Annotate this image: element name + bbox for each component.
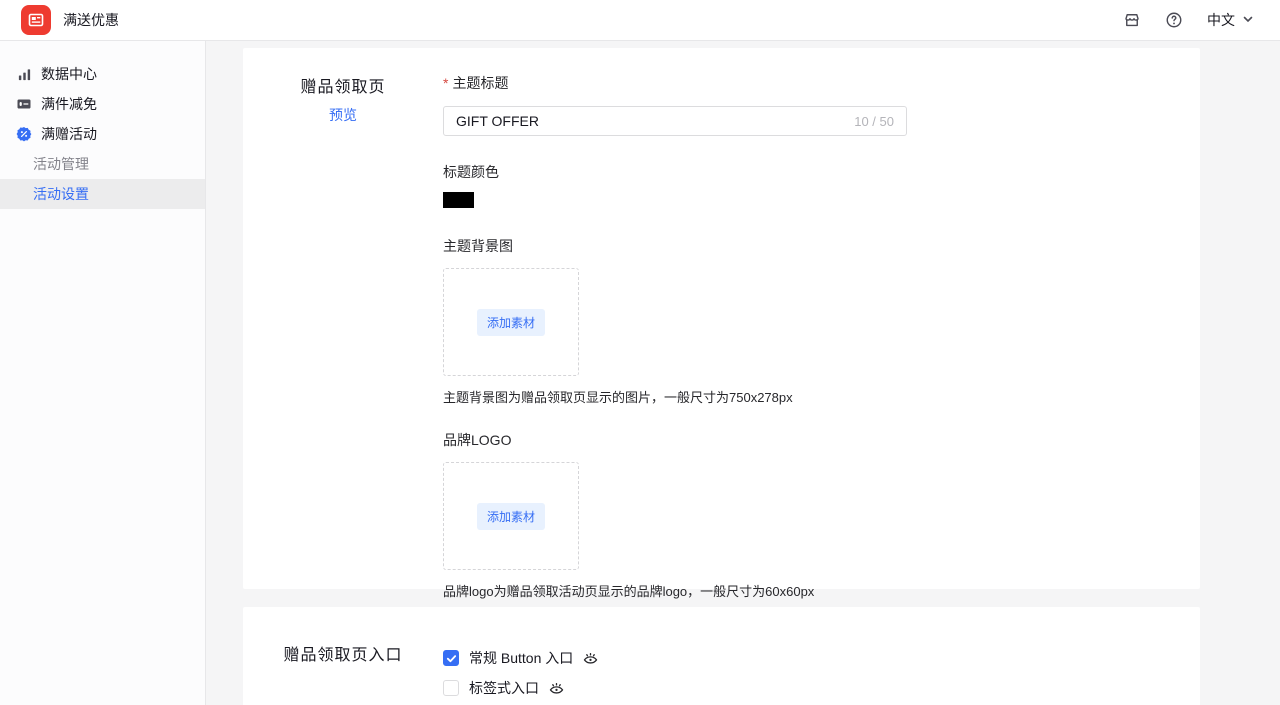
theme-background-upload-box[interactable]: 添加素材 — [443, 268, 579, 376]
char-counter: 10 / 50 — [854, 114, 894, 129]
entry-option-row: 标签式入口 — [443, 673, 1200, 703]
brand-logo-upload-box[interactable]: 添加素材 — [443, 462, 579, 570]
theme-background-label: 主题背景图 — [443, 236, 1200, 256]
header-actions: 中文 — [1123, 10, 1280, 30]
language-selector[interactable]: 中文 — [1207, 10, 1254, 30]
eye-icon[interactable] — [548, 680, 565, 697]
entry-option-label: 常规 Button 入口 — [469, 648, 573, 668]
theme-title-label: *主题标题 — [443, 73, 1200, 93]
language-label: 中文 — [1207, 10, 1235, 30]
sidebar-item-label: 数据中心 — [41, 64, 97, 84]
app-title: 满送优惠 — [63, 10, 119, 30]
percent-badge-icon — [16, 126, 32, 142]
section-label-column: 赠品领取页入口 — [243, 607, 443, 705]
help-icon[interactable] — [1165, 11, 1183, 29]
sidebar-item-data-center[interactable]: 数据中心 — [0, 59, 205, 89]
section-title: 赠品领取页 — [243, 73, 443, 97]
top-header: 满送优惠 中文 — [0, 0, 1280, 41]
gift-page-settings-card: 赠品领取页 预览 *主题标题 10 / 50 标题颜色 — [243, 48, 1200, 589]
sidebar: 数据中心 满件减免 满赠活动 — [0, 41, 206, 705]
title-color-label: 标题颜色 — [443, 162, 1200, 182]
sidebar-item-item-discount[interactable]: 满件减免 — [0, 89, 205, 119]
shop-icon[interactable] — [1123, 11, 1141, 29]
theme-title-input[interactable] — [444, 113, 906, 129]
required-asterisk: * — [443, 75, 448, 91]
sidebar-item-label: 满赠活动 — [41, 124, 97, 144]
bar-chart-icon — [16, 66, 32, 82]
entry-option-row: 常规 Button 入口 — [443, 643, 1200, 673]
main-content: 赠品领取页 预览 *主题标题 10 / 50 标题颜色 — [206, 41, 1280, 705]
form-column: 常规 Button 入口 标签 — [443, 607, 1200, 705]
checkbox-tag-entry[interactable] — [443, 680, 459, 696]
sidebar-item-label: 满件减免 — [41, 94, 97, 114]
section-title: 赠品领取页入口 — [243, 641, 443, 665]
section-label-column: 赠品领取页 预览 — [243, 48, 443, 589]
app-window: 满送优惠 中文 — [0, 0, 1280, 705]
theme-background-hint: 主题背景图为赠品领取页显示的图片，一般尺寸为750x278px — [443, 387, 1200, 406]
title-color-field: 标题颜色 — [443, 162, 1200, 208]
checkbox-button-entry[interactable] — [443, 650, 459, 666]
brand-logo-hint: 品牌logo为赠品领取活动页显示的品牌logo，一般尺寸为60x60px — [443, 581, 1200, 600]
color-swatch[interactable] — [443, 192, 474, 208]
app-logo-icon — [21, 5, 51, 35]
theme-background-field: 主题背景图 添加素材 主题背景图为赠品领取页显示的图片，一般尺寸为750x278… — [443, 236, 1200, 406]
sidebar-item-activity-management[interactable]: 活动管理 — [0, 149, 205, 179]
theme-title-field: *主题标题 10 / 50 — [443, 73, 1200, 136]
gift-page-entry-card: 赠品领取页入口 常规 Button 入口 — [243, 607, 1200, 705]
theme-title-input-wrap: 10 / 50 — [443, 106, 907, 136]
add-material-button[interactable]: 添加素材 — [477, 309, 545, 336]
form-column: *主题标题 10 / 50 标题颜色 主题背景图 添加素材 — [443, 48, 1200, 589]
sidebar-item-label: 活动管理 — [33, 154, 89, 174]
entry-option-label: 标签式入口 — [469, 678, 539, 698]
add-material-button[interactable]: 添加素材 — [477, 503, 545, 530]
coupon-icon — [16, 96, 32, 112]
preview-link[interactable]: 预览 — [329, 105, 357, 125]
eye-icon[interactable] — [582, 650, 599, 667]
sidebar-item-gift-activity[interactable]: 满赠活动 — [0, 119, 205, 149]
sidebar-item-activity-settings[interactable]: 活动设置 — [0, 179, 205, 209]
brand-logo-label: 品牌LOGO — [443, 430, 1200, 450]
sidebar-item-label: 活动设置 — [33, 184, 89, 204]
brand-logo-field: 品牌LOGO 添加素材 品牌logo为赠品领取活动页显示的品牌logo，一般尺寸… — [443, 430, 1200, 600]
chevron-down-icon — [1242, 12, 1254, 28]
